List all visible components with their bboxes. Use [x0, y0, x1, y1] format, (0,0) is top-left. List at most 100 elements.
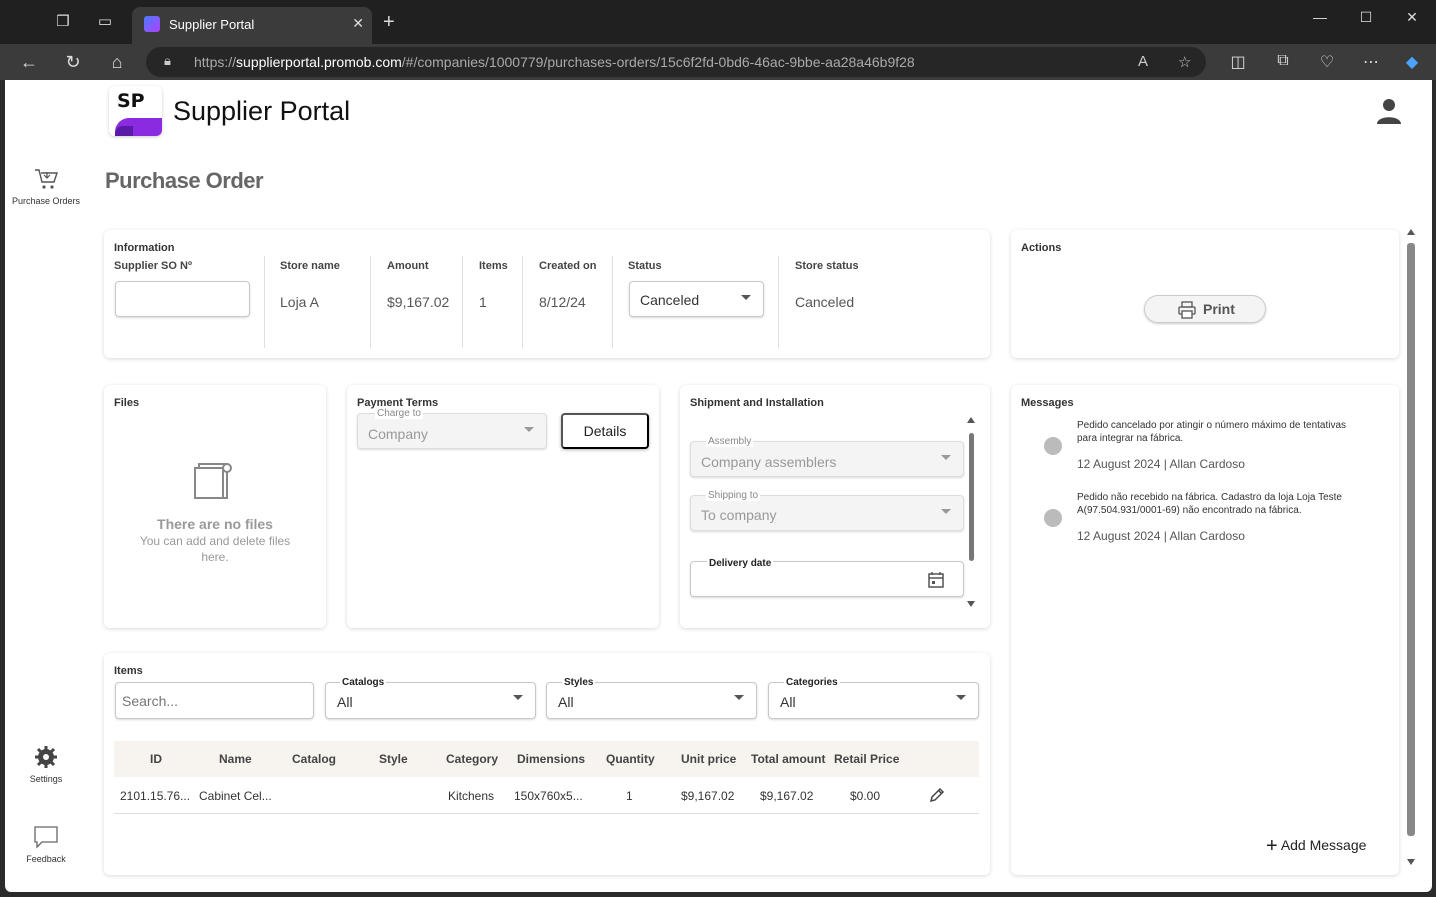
- column-header-id[interactable]: ID: [150, 752, 162, 766]
- actions-card: Actions Print: [1011, 230, 1399, 358]
- page-scrollbar-thumb[interactable]: [1407, 243, 1415, 836]
- divider: [370, 256, 371, 348]
- url-path: /#/companies/1000779/purchases-orders/15…: [401, 54, 915, 70]
- column-header-dimensions[interactable]: Dimensions: [517, 752, 585, 766]
- payment-terms-card: Payment Terms Company Charge to Details: [347, 385, 659, 628]
- address-bar[interactable]: 🔒︎ https://supplierportal.promob.com/#/c…: [146, 47, 1206, 77]
- sidebar-item-purchase-orders[interactable]: Purchase Orders: [5, 166, 87, 206]
- scroll-down-icon[interactable]: [967, 601, 975, 607]
- edit-pencil-icon[interactable]: [928, 786, 946, 804]
- scroll-up-icon[interactable]: [967, 417, 975, 423]
- copilot-icon[interactable]: ◆: [1401, 52, 1423, 72]
- supplier-so-label: Supplier SO Nº: [114, 260, 192, 272]
- shipping-to-label: Shipping to: [706, 490, 761, 501]
- print-button[interactable]: Print: [1144, 295, 1266, 323]
- divider: [778, 256, 779, 348]
- column-header-unit-price[interactable]: Unit price: [681, 752, 736, 766]
- lock-icon[interactable]: 🔒︎: [164, 53, 171, 69]
- more-options-icon[interactable]: ⋯: [1360, 52, 1382, 72]
- charge-to-label: Charge to: [375, 408, 423, 419]
- column-header-quantity[interactable]: Quantity: [606, 752, 655, 766]
- created-value: 8/12/24: [539, 294, 586, 310]
- app-logo[interactable]: SP: [109, 86, 162, 136]
- catalogs-label: Catalogs: [340, 677, 387, 688]
- split-screen-icon[interactable]: ◫: [1227, 52, 1249, 72]
- files-card: Files There are no files You can add and…: [104, 385, 326, 628]
- actions-title: Actions: [1021, 242, 1062, 254]
- add-message-button[interactable]: + Add Message: [1266, 835, 1366, 858]
- supplier-so-input[interactable]: [115, 281, 250, 317]
- status-select-value: Canceled: [640, 292, 700, 308]
- logo-shape-dark: [115, 126, 133, 136]
- window-close-icon[interactable]: ✕: [1397, 9, 1427, 26]
- tab-title: Supplier Portal: [169, 17, 255, 32]
- url-text: https://supplierportal.promob.com/#/comp…: [194, 54, 915, 70]
- sidebar-item-settings[interactable]: Settings: [5, 744, 87, 784]
- divider: [522, 256, 523, 348]
- column-header-total-amount[interactable]: Total amount: [751, 752, 825, 766]
- column-header-style[interactable]: Style: [379, 752, 408, 766]
- chevron-down-icon: [741, 295, 751, 300]
- divider: [264, 256, 265, 348]
- read-aloud-icon[interactable]: A: [1138, 53, 1148, 70]
- maximize-icon[interactable]: ☐: [1351, 9, 1381, 26]
- chevron-down-icon: [524, 427, 534, 432]
- column-header-catalog[interactable]: Catalog: [292, 752, 336, 766]
- messages-card: Messages Pedido cancelado por atingir o …: [1011, 385, 1399, 875]
- column-header-name[interactable]: Name: [219, 752, 252, 766]
- assembly-label: Assembly: [706, 436, 754, 447]
- cell-category: Kitchens: [448, 789, 495, 803]
- message-meta: 12 August 2024 | Allan Cardoso: [1077, 457, 1245, 471]
- logo-text: SP: [117, 90, 145, 112]
- page-scroll-up-icon[interactable]: [1407, 229, 1415, 235]
- calendar-icon[interactable]: [927, 571, 945, 589]
- minimize-icon[interactable]: —: [1305, 9, 1335, 25]
- styles-value: All: [558, 694, 574, 710]
- print-label: Print: [1203, 301, 1235, 317]
- message-text: Pedido cancelado por atingir o número má…: [1077, 420, 1347, 444]
- chevron-down-icon: [956, 695, 966, 700]
- favorite-star-icon[interactable]: ☆: [1178, 53, 1191, 71]
- files-empty-text: You can add and delete files here.: [139, 534, 291, 564]
- workspaces-icon[interactable]: ❒: [54, 13, 72, 31]
- tab-close-icon[interactable]: ✕: [352, 15, 364, 32]
- shipment-scrollbar-thumb[interactable]: [969, 433, 974, 561]
- details-button[interactable]: Details: [561, 413, 649, 449]
- browser-essentials-icon[interactable]: ♡: [1316, 52, 1338, 72]
- column-header-retail-price[interactable]: Retail Price: [834, 752, 899, 766]
- status-select[interactable]: Canceled: [629, 281, 764, 317]
- chevron-down-icon: [941, 455, 951, 460]
- back-icon[interactable]: ←: [17, 50, 41, 74]
- catalogs-value: All: [337, 694, 353, 710]
- charge-to-value: Company: [368, 426, 428, 442]
- user-account-icon[interactable]: [1375, 97, 1403, 125]
- styles-label: Styles: [562, 677, 596, 688]
- new-tab-icon[interactable]: +: [383, 11, 395, 34]
- items-title: Items: [114, 665, 143, 677]
- home-icon[interactable]: ⌂: [105, 50, 129, 74]
- refresh-icon[interactable]: ↻: [61, 50, 85, 74]
- created-label: Created on: [539, 260, 597, 272]
- assembly-value: Company assemblers: [701, 454, 837, 470]
- items-search-input[interactable]: [115, 682, 314, 719]
- store-status-label: Store status: [795, 260, 859, 272]
- items-card: Items All Catalogs All Styles All Catego…: [104, 653, 990, 875]
- page-scroll-down-icon[interactable]: [1407, 859, 1415, 865]
- sidebar-item-feedback[interactable]: Feedback: [5, 824, 87, 864]
- url-host: supplierportal.promob.com: [236, 54, 402, 70]
- cell-quantity: 1: [626, 789, 633, 803]
- feedback-icon: [34, 826, 58, 849]
- collections-icon[interactable]: ⧉: [1272, 52, 1294, 70]
- shipment-title: Shipment and Installation: [690, 397, 824, 409]
- items-label: Items: [479, 260, 508, 272]
- store-name-value: Loja A: [280, 294, 319, 310]
- column-header-category[interactable]: Category: [446, 752, 498, 766]
- row-divider: [114, 813, 979, 814]
- chevron-down-icon: [941, 509, 951, 514]
- shipment-card: Shipment and Installation Company assemb…: [680, 385, 990, 628]
- plus-icon: +: [1266, 835, 1278, 857]
- categories-value: All: [780, 694, 796, 710]
- browser-tab[interactable]: Supplier Portal ✕: [132, 7, 372, 44]
- tab-actions-icon[interactable]: ▭: [96, 13, 114, 31]
- amount-label: Amount: [387, 260, 429, 272]
